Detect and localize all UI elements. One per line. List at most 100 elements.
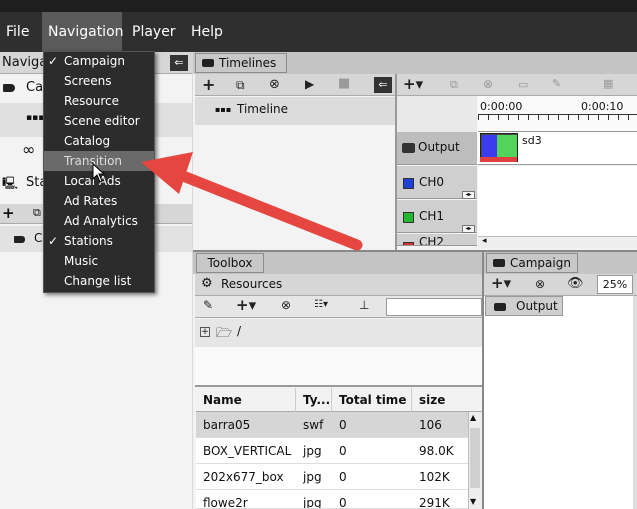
- play-icon[interactable]: ▶: [305, 77, 314, 91]
- timeline-settings-icon[interactable]: ▦: [603, 77, 613, 90]
- campaign-tab-label: Campaign: [510, 256, 571, 270]
- preview-eye-icon[interactable]: 👁: [567, 276, 584, 291]
- tab-campaign[interactable]: Campaign: [486, 253, 578, 273]
- tree-area: [195, 347, 482, 387]
- expand-folder-icon[interactable]: +: [200, 327, 210, 337]
- col-size[interactable]: size: [412, 388, 482, 412]
- cell-name: BOX_VERTICAL: [203, 444, 292, 458]
- cell-total-time: 0: [339, 496, 347, 509]
- collapse-timelines-icon[interactable]: ⇐: [374, 77, 392, 93]
- campaign-output-label: Output: [516, 299, 558, 313]
- cell-name: flowe2r: [203, 496, 248, 509]
- menu-item-label: Stations: [64, 234, 113, 248]
- campaign-output-icon: [494, 303, 506, 311]
- nav-item-campaign[interactable]: Ca: [26, 80, 43, 95]
- copy-track-icon[interactable]: ⧉: [450, 78, 458, 92]
- stop-icon[interactable]: ■: [338, 76, 350, 91]
- split-track-icon[interactable]: ▭: [518, 78, 528, 91]
- menu-item-scene-editor[interactable]: Scene editor: [44, 111, 154, 131]
- menu-file[interactable]: File: [0, 12, 35, 52]
- menu-item-catalog[interactable]: Catalog: [44, 131, 154, 151]
- ch2-color-icon: [403, 242, 414, 245]
- col-type[interactable]: Ty...: [296, 388, 332, 412]
- timelines-tab-label: Timelines: [219, 56, 277, 70]
- ch1-expand-icon[interactable]: ◂▸: [462, 225, 475, 233]
- scroll-up-icon[interactable]: ▲: [470, 413, 476, 422]
- col-total-time[interactable]: Total time: [332, 388, 412, 412]
- remove-campaign-icon[interactable]: ⊗: [535, 277, 545, 291]
- copy-timeline-icon[interactable]: ⧉: [236, 78, 245, 93]
- edit-track-icon[interactable]: ✎: [552, 77, 561, 90]
- menu-item-resource[interactable]: Resource: [44, 91, 154, 111]
- cell-total-time: 0: [339, 470, 347, 484]
- view-mode-icon[interactable]: ☷▾: [314, 299, 328, 310]
- track-toolbar: [397, 74, 637, 96]
- menu-item-label: Scene editor: [64, 114, 140, 128]
- scroll-thumb[interactable]: [470, 428, 480, 488]
- timeline-hscrollbar[interactable]: [478, 236, 637, 248]
- menu-item-label: Ad Analytics: [64, 214, 138, 228]
- time-label-start: 0:00:00: [480, 100, 523, 113]
- menu-item-change-list[interactable]: Change list: [44, 271, 154, 291]
- table-row[interactable]: BOX_VERTICAL jpg 0 98.0K: [196, 438, 482, 464]
- infinity-icon: ∞: [22, 140, 36, 159]
- channel-lanes: [478, 166, 637, 236]
- resources-title: Resources: [221, 277, 283, 291]
- ch0-expand-icon[interactable]: ◂▸: [462, 191, 475, 199]
- scroll-left-icon[interactable]: ◂: [482, 236, 487, 246]
- collapse-left-icon[interactable]: ⇐: [170, 55, 188, 71]
- menu-navigation[interactable]: Navigation: [42, 12, 124, 52]
- clip-label: sd3: [522, 134, 542, 147]
- tab-timelines[interactable]: Timelines: [195, 53, 287, 73]
- output-track-label: Output: [418, 140, 460, 154]
- cell-total-time: 0: [339, 418, 347, 432]
- cell-size: 106: [419, 418, 442, 432]
- col-name[interactable]: Name: [196, 388, 296, 412]
- remove-resource-icon[interactable]: ⊗: [281, 298, 291, 312]
- menu-item-label: Campaign: [64, 54, 125, 68]
- cell-type: jpg: [303, 470, 322, 484]
- remove-timeline-icon[interactable]: ⊗: [269, 77, 280, 92]
- ch1-color-icon: [403, 212, 414, 223]
- timelines-toolbar: [195, 74, 395, 96]
- menu-item-screens[interactable]: Screens: [44, 71, 154, 91]
- output-monitor-icon: [402, 143, 415, 153]
- cell-size: 98.0K: [419, 444, 454, 458]
- copy-icon[interactable]: ⧉: [33, 206, 41, 220]
- cell-size: 291K: [419, 496, 450, 509]
- resource-search-input[interactable]: [386, 298, 482, 316]
- cell-type: swf: [303, 418, 324, 432]
- tag-icon: [3, 84, 15, 92]
- menu-item-label: Screens: [64, 74, 112, 88]
- campaign-output-item[interactable]: Output: [485, 296, 563, 316]
- menu-item-campaign[interactable]: ✓ Campaign: [44, 51, 154, 71]
- tag-small-icon: [14, 236, 25, 243]
- table-row[interactable]: 202x677_box jpg 0 102K: [196, 464, 482, 490]
- check-icon: ✓: [48, 54, 59, 68]
- cell-name: barra05: [203, 418, 251, 432]
- zoom-level-field[interactable]: 25%: [597, 275, 633, 294]
- scroll-down-icon[interactable]: ▼: [470, 497, 476, 506]
- cell-size: 102K: [419, 470, 450, 484]
- add-resource-icon[interactable]: +▾: [236, 296, 256, 314]
- menu-item-label: Music: [64, 254, 99, 268]
- add-timeline-icon[interactable]: +: [202, 75, 215, 94]
- ch0-color-icon: [403, 178, 414, 189]
- timeline-item-label: Timeline: [237, 102, 289, 116]
- timeline-icon: ▪▪▪: [215, 105, 232, 114]
- add-track-icon[interactable]: +▾: [403, 75, 423, 93]
- menu-item-label: Ad Rates: [64, 194, 118, 208]
- ch0-label: CH0: [419, 175, 445, 189]
- table-row[interactable]: barra05 swf 0 106: [196, 412, 482, 438]
- edit-resource-icon[interactable]: ✎: [203, 298, 213, 312]
- menu-player[interactable]: Player: [126, 12, 182, 52]
- tab-toolbox[interactable]: Toolbox: [196, 253, 264, 273]
- menu-help[interactable]: Help: [185, 12, 229, 52]
- title-strip: [0, 0, 637, 12]
- hierarchy-icon[interactable]: ⊥: [359, 298, 369, 312]
- add-campaign-icon[interactable]: +▾: [491, 274, 511, 292]
- add-icon[interactable]: +: [2, 204, 15, 222]
- track-ch2[interactable]: CH2: [397, 234, 477, 246]
- remove-track-icon[interactable]: ⊗: [483, 77, 493, 91]
- table-row[interactable]: flowe2r jpg 0 291K: [196, 490, 482, 509]
